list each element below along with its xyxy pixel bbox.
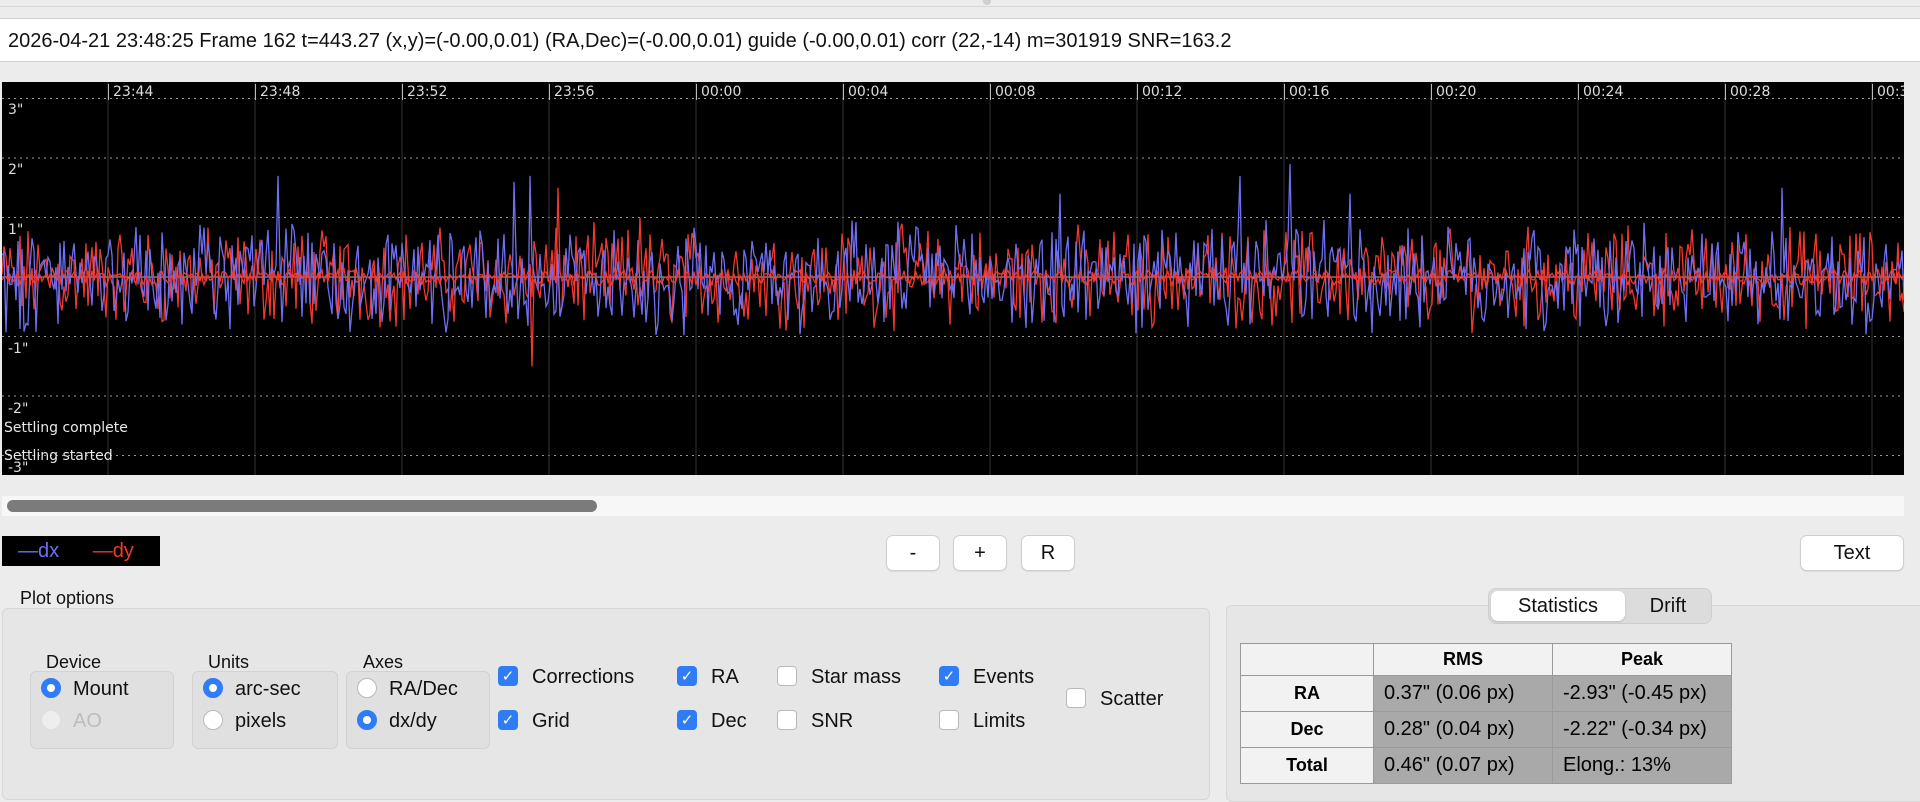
axes-dxdy-radio[interactable]: dx/dy xyxy=(357,709,437,733)
time-label: 00:24 xyxy=(1578,84,1623,100)
time-label: 23:56 xyxy=(549,84,594,100)
device-group: Mount AO xyxy=(30,671,174,749)
time-label: 23:48 xyxy=(255,84,300,100)
ra-checkbox[interactable]: ✓ RA xyxy=(677,665,739,689)
time-label: 23:52 xyxy=(402,84,447,100)
radio-empty-icon xyxy=(203,709,223,730)
zoom-out-button[interactable]: - xyxy=(886,535,940,571)
radio-selected-icon xyxy=(203,677,223,698)
axes-label: Axes xyxy=(363,652,404,672)
statistics-table: RMS Peak RA 0.37" (0.06 px) -2.93" (-0.4… xyxy=(1240,643,1732,784)
star-mass-checkbox[interactable]: Star mass xyxy=(777,665,901,689)
table-row: RA 0.37" (0.06 px) -2.93" (-0.45 px) xyxy=(1240,675,1732,712)
guide-graph[interactable]: 3" 2" 1" -1" -2" -3" 23:44 23:48 23:52 2… xyxy=(2,82,1904,475)
reset-button[interactable]: R xyxy=(1021,535,1075,571)
axes-radec-radio[interactable]: RA/Dec xyxy=(357,677,458,701)
y-label-1: 1" xyxy=(8,222,24,238)
legend-dx: —dx xyxy=(18,540,60,562)
scatter-checkbox[interactable]: Scatter xyxy=(1066,687,1163,711)
table-header-blank xyxy=(1240,643,1374,676)
radio-selected-icon xyxy=(41,677,61,698)
y-label-neg1: -1" xyxy=(8,341,29,357)
checkmark-icon: ✓ xyxy=(498,665,518,686)
checkbox-empty-icon xyxy=(777,665,797,686)
dx-trace xyxy=(2,163,1904,336)
radio-disabled-icon xyxy=(41,709,61,730)
units-label: Units xyxy=(208,652,250,672)
dec-checkbox[interactable]: ✓ Dec xyxy=(677,709,747,733)
time-label: 00:16 xyxy=(1284,84,1329,100)
checkmark-icon: ✓ xyxy=(677,709,697,730)
text-button[interactable]: Text xyxy=(1800,535,1904,571)
checkmark-icon: ✓ xyxy=(939,665,959,686)
graph-legend: —dx —dy xyxy=(2,536,160,566)
window-drag-handle[interactable] xyxy=(983,0,991,5)
rms-value: 0.46" (0.07 px) xyxy=(1373,747,1553,784)
rms-value: 0.37" (0.06 px) xyxy=(1373,675,1553,712)
zoom-in-button[interactable]: + xyxy=(953,535,1007,571)
checkmark-icon: ✓ xyxy=(677,665,697,686)
time-label: 00:3 xyxy=(1872,84,1904,100)
rms-value: 0.28" (0.04 px) xyxy=(1373,711,1553,748)
graph-scrollbar[interactable] xyxy=(2,496,1904,516)
y-label-neg2: -2" xyxy=(8,401,29,417)
event-settling-started: Settling started xyxy=(4,448,113,464)
checkmark-icon: ✓ xyxy=(498,709,518,730)
time-label: 00:12 xyxy=(1137,84,1182,100)
checkbox-empty-icon xyxy=(777,709,797,730)
table-row: Dec 0.28" (0.04 px) -2.22" (-0.34 px) xyxy=(1240,711,1732,748)
legend-dy: —dy xyxy=(92,540,134,562)
y-label-2: 2" xyxy=(8,162,24,178)
device-mount-radio[interactable]: Mount xyxy=(41,677,129,701)
grid-checkbox[interactable]: ✓ Grid xyxy=(498,709,570,733)
peak-value: -2.93" (-0.45 px) xyxy=(1552,675,1732,712)
time-label: 00:08 xyxy=(990,84,1035,100)
events-checkbox[interactable]: ✓ Events xyxy=(939,665,1034,689)
time-label: 00:28 xyxy=(1725,84,1770,100)
axes-group: RA/Dec dx/dy xyxy=(346,671,490,749)
time-label: 00:00 xyxy=(696,84,741,100)
row-label: RA xyxy=(1240,675,1374,712)
graph-scrollbar-thumb[interactable] xyxy=(7,500,597,512)
status-line: 2026-04-21 23:48:25 Frame 162 t=443.27 (… xyxy=(0,18,1920,62)
units-pixels-radio[interactable]: pixels xyxy=(203,709,286,733)
device-ao-radio: AO xyxy=(41,709,102,733)
row-label: Dec xyxy=(1240,711,1374,748)
y-label-3: 3" xyxy=(8,102,24,118)
plot-options-title: Plot options xyxy=(20,588,115,608)
checkbox-empty-icon xyxy=(939,709,959,730)
tab-statistics[interactable]: Statistics xyxy=(1491,591,1625,621)
device-label: Device xyxy=(46,652,102,672)
table-header-peak: Peak xyxy=(1552,643,1732,676)
top-divider xyxy=(0,6,1920,7)
limits-checkbox[interactable]: Limits xyxy=(939,709,1025,733)
corrections-checkbox[interactable]: ✓ Corrections xyxy=(498,665,634,689)
time-label: 00:20 xyxy=(1431,84,1476,100)
snr-checkbox[interactable]: SNR xyxy=(777,709,853,733)
table-header-row: RMS Peak xyxy=(1240,643,1732,676)
radio-empty-icon xyxy=(357,677,377,698)
elongation-value: Elong.: 13% xyxy=(1552,747,1732,784)
units-arcsec-radio[interactable]: arc-sec xyxy=(203,677,301,701)
table-row: Total 0.46" (0.07 px) Elong.: 13% xyxy=(1240,747,1732,784)
peak-value: -2.22" (-0.34 px) xyxy=(1552,711,1732,748)
tab-drift[interactable]: Drift xyxy=(1627,591,1709,621)
time-label: 23:44 xyxy=(108,84,153,100)
stats-tab-control: Statistics Drift xyxy=(1488,588,1712,624)
checkbox-empty-icon xyxy=(1066,687,1086,708)
table-header-rms: RMS xyxy=(1373,643,1553,676)
guide-graph-canvas xyxy=(2,82,1904,475)
row-label: Total xyxy=(1240,747,1374,784)
time-label: 00:04 xyxy=(843,84,888,100)
plot-options-panel: Device Mount AO Units arc-sec pixels Axe… xyxy=(2,608,1210,800)
event-settling-complete: Settling complete xyxy=(4,420,128,436)
units-group: arc-sec pixels xyxy=(192,671,338,749)
radio-selected-icon xyxy=(357,709,377,730)
